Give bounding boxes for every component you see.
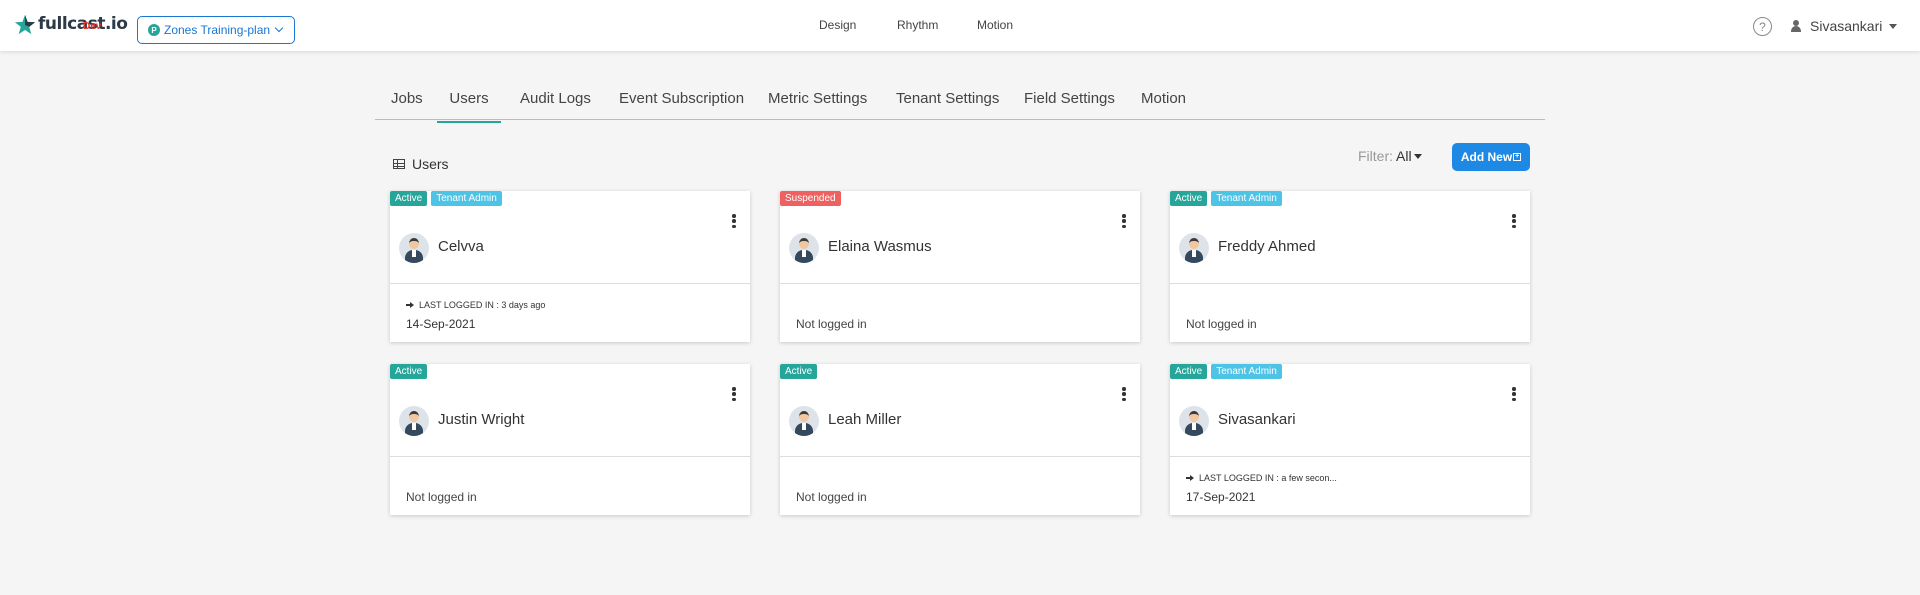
user-card[interactable]: Active Tenant Admin Sivasankari LAST LOGGED… <box>1170 364 1530 515</box>
status-badge: Active <box>780 364 818 379</box>
user-name[interactable]: Celvva <box>438 238 484 255</box>
badge-group: Active <box>390 364 431 379</box>
divider <box>780 456 1140 457</box>
status-badge: Active <box>390 364 428 379</box>
user-card[interactable]: Active Tenant Admin Freddy Ahmed Not logged… <box>1170 191 1530 342</box>
nav-motion[interactable]: Motion <box>977 18 1013 32</box>
tab-tenant-settings[interactable]: Tenant Settings <box>896 90 999 120</box>
avatar <box>1179 406 1209 436</box>
tab-jobs[interactable]: Jobs <box>391 90 423 120</box>
more-options-icon[interactable] <box>1122 214 1126 228</box>
login-status: Not logged in <box>796 490 867 504</box>
table-icon <box>393 159 405 169</box>
last-login-date: 14-Sep-2021 <box>406 317 476 331</box>
user-name[interactable]: Justin Wright <box>438 411 524 428</box>
user-card[interactable]: Active Leah Miller Not logged in <box>780 364 1140 515</box>
add-new-button[interactable]: Add New + <box>1452 143 1530 171</box>
settings-tabs: Jobs Users Audit Logs Event Subscription… <box>375 86 1545 123</box>
section-title-text: Users <box>412 156 449 172</box>
filter-dropdown[interactable]: Filter: All <box>1358 148 1422 164</box>
sign-in-icon <box>406 301 416 309</box>
tab-audit-logs[interactable]: Audit Logs <box>520 90 591 120</box>
more-options-icon[interactable] <box>732 214 736 228</box>
more-options-icon[interactable] <box>1122 387 1126 401</box>
last-login-label: LAST LOGGED IN : 3 days ago <box>419 300 546 310</box>
divider <box>390 456 750 457</box>
status-badge: Active <box>1170 191 1208 206</box>
avatar <box>399 406 429 436</box>
nav-rhythm[interactable]: Rhythm <box>897 18 938 32</box>
more-options-icon[interactable] <box>1512 214 1516 228</box>
badge-group: Suspended <box>780 191 845 206</box>
user-menu[interactable]: Sivasankari <box>1791 18 1898 34</box>
caret-down-icon <box>1413 153 1422 159</box>
login-status: Not logged in <box>796 317 867 331</box>
divider <box>1170 456 1530 457</box>
avatar <box>789 233 819 263</box>
tab-event-subscription[interactable]: Event Subscription <box>619 90 744 120</box>
top-navbar: fullcast.io Dev P Zones Training-plan De… <box>0 0 1920 51</box>
tab-field-settings[interactable]: Field Settings <box>1024 90 1115 120</box>
badge-group: Active Tenant Admin <box>1170 191 1286 206</box>
nav-design[interactable]: Design <box>819 18 856 32</box>
last-login: LAST LOGGED IN : a few secon... <box>1186 473 1337 483</box>
tab-users[interactable]: Users <box>437 90 501 123</box>
filter-label: Filter: <box>1358 148 1393 164</box>
status-badge: Active <box>390 191 428 206</box>
sign-in-icon <box>1186 474 1196 482</box>
login-status: Not logged in <box>406 490 477 504</box>
login-status: Not logged in <box>1186 317 1257 331</box>
main-nav: Design Rhythm Motion <box>0 18 1920 34</box>
status-badge: Tenant Admin <box>431 191 502 206</box>
more-options-icon[interactable] <box>1512 387 1516 401</box>
plus-box-icon: + <box>1513 153 1522 161</box>
tab-motion[interactable]: Motion <box>1141 90 1186 120</box>
tab-metric-settings[interactable]: Metric Settings <box>768 90 867 120</box>
badge-group: Active Tenant Admin <box>390 191 506 206</box>
status-badge: Tenant Admin <box>1211 364 1282 379</box>
filter-value: All <box>1396 148 1412 164</box>
status-badge: Active <box>1170 364 1208 379</box>
user-name[interactable]: Freddy Ahmed <box>1218 238 1316 255</box>
last-login-date: 17-Sep-2021 <box>1186 490 1256 504</box>
add-new-label: Add New <box>1460 150 1513 164</box>
status-badge: Suspended <box>780 191 841 206</box>
user-name[interactable]: Sivasankari <box>1218 411 1296 428</box>
status-badge: Tenant Admin <box>1211 191 1282 206</box>
user-card[interactable]: Active Tenant Admin Celvva LAST LOGGED IN :… <box>390 191 750 342</box>
avatar <box>1179 233 1209 263</box>
last-login-label: LAST LOGGED IN : a few secon... <box>1199 473 1337 483</box>
user-name[interactable]: Elaina Wasmus <box>828 238 932 255</box>
user-card[interactable]: Active Justin Wright Not logged in <box>390 364 750 515</box>
more-options-icon[interactable] <box>732 387 736 401</box>
divider <box>390 283 750 284</box>
divider <box>1170 283 1530 284</box>
badge-group: Active Tenant Admin <box>1170 364 1286 379</box>
help-icon[interactable]: ? <box>1753 17 1772 36</box>
user-name: Sivasankari <box>1810 18 1883 34</box>
user-name[interactable]: Leah Miller <box>828 411 901 428</box>
badge-group: Active <box>780 364 821 379</box>
user-card[interactable]: Suspended Elaina Wasmus Not logged in <box>780 191 1140 342</box>
section-title: Users <box>393 156 449 172</box>
user-icon <box>1791 20 1801 32</box>
avatar <box>789 406 819 436</box>
avatar <box>399 233 429 263</box>
caret-down-icon <box>1889 23 1898 29</box>
last-login: LAST LOGGED IN : 3 days ago <box>406 300 545 310</box>
divider <box>780 283 1140 284</box>
